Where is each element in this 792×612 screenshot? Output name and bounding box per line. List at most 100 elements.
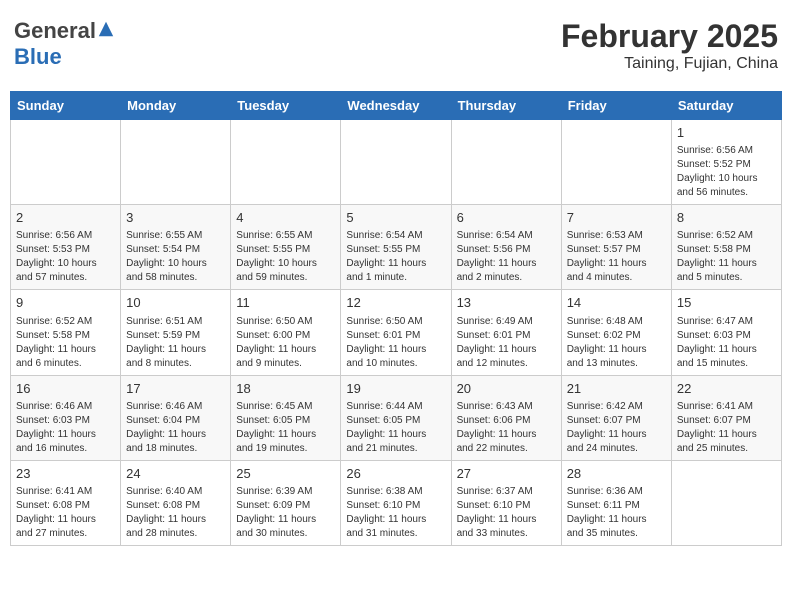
logo-general: General [14, 18, 96, 43]
calendar-cell: 1 Sunrise: 6:56 AM Sunset: 5:52 PM Daylig… [671, 120, 781, 205]
calendar-cell: 23 Sunrise: 6:41 AM Sunset: 6:08 PM Dayli… [11, 460, 121, 545]
calendar-cell: 5 Sunrise: 6:54 AM Sunset: 5:55 PM Daylig… [341, 205, 451, 290]
day-info: Sunrise: 6:55 AM Sunset: 5:55 PM Dayligh… [236, 229, 335, 285]
day-number: 12 [346, 294, 445, 312]
calendar-cell: 11 Sunrise: 6:50 AM Sunset: 6:00 PM Dayli… [231, 290, 341, 375]
day-number: 20 [457, 380, 556, 398]
calendar-cell: 21 Sunrise: 6:42 AM Sunset: 6:07 PM Dayli… [561, 375, 671, 460]
calendar-cell: 28 Sunrise: 6:36 AM Sunset: 6:11 PM Dayli… [561, 460, 671, 545]
day-info: Sunrise: 6:48 AM Sunset: 6:02 PM Dayligh… [567, 315, 666, 371]
calendar-week-5: 23 Sunrise: 6:41 AM Sunset: 6:08 PM Dayli… [11, 460, 782, 545]
day-info: Sunrise: 6:42 AM Sunset: 6:07 PM Dayligh… [567, 400, 666, 456]
day-number: 19 [346, 380, 445, 398]
day-number: 11 [236, 294, 335, 312]
day-number: 7 [567, 209, 666, 227]
day-info: Sunrise: 6:54 AM Sunset: 5:56 PM Dayligh… [457, 229, 556, 285]
weekday-header-sunday: Sunday [11, 92, 121, 120]
calendar-cell: 16 Sunrise: 6:46 AM Sunset: 6:03 PM Dayli… [11, 375, 121, 460]
day-number: 15 [677, 294, 776, 312]
calendar-cell: 3 Sunrise: 6:55 AM Sunset: 5:54 PM Daylig… [121, 205, 231, 290]
weekday-header-wednesday: Wednesday [341, 92, 451, 120]
calendar-cell: 8Sunrise: 6:52 AM Sunset: 5:58 PM Daylig… [671, 205, 781, 290]
day-info: Sunrise: 6:40 AM Sunset: 6:08 PM Dayligh… [126, 485, 225, 541]
calendar-cell: 20 Sunrise: 6:43 AM Sunset: 6:06 PM Dayli… [451, 375, 561, 460]
calendar-cell [121, 120, 231, 205]
day-info: Sunrise: 6:44 AM Sunset: 6:05 PM Dayligh… [346, 400, 445, 456]
day-info: Sunrise: 6:46 AM Sunset: 6:03 PM Dayligh… [16, 400, 115, 456]
weekday-header-tuesday: Tuesday [231, 92, 341, 120]
day-number: 13 [457, 294, 556, 312]
weekday-header-thursday: Thursday [451, 92, 561, 120]
calendar-cell [561, 120, 671, 205]
day-info: Sunrise: 6:41 AM Sunset: 6:07 PM Dayligh… [677, 400, 776, 456]
calendar-cell: 10Sunrise: 6:51 AM Sunset: 5:59 PM Dayli… [121, 290, 231, 375]
day-info: Sunrise: 6:39 AM Sunset: 6:09 PM Dayligh… [236, 485, 335, 541]
calendar-cell: 7 Sunrise: 6:53 AM Sunset: 5:57 PM Daylig… [561, 205, 671, 290]
calendar-cell: 17Sunrise: 6:46 AM Sunset: 6:04 PM Dayli… [121, 375, 231, 460]
logo-blue: Blue [14, 44, 62, 69]
day-info: Sunrise: 6:49 AM Sunset: 6:01 PM Dayligh… [457, 315, 556, 371]
calendar-week-1: 1 Sunrise: 6:56 AM Sunset: 5:52 PM Daylig… [11, 120, 782, 205]
weekday-header-row: SundayMondayTuesdayWednesdayThursdayFrid… [11, 92, 782, 120]
day-info: Sunrise: 6:45 AM Sunset: 6:05 PM Dayligh… [236, 400, 335, 456]
month-title: February 2025 [561, 18, 778, 55]
day-info: Sunrise: 6:41 AM Sunset: 6:08 PM Dayligh… [16, 485, 115, 541]
calendar-cell [671, 460, 781, 545]
day-number: 28 [567, 465, 666, 483]
calendar-cell: 26 Sunrise: 6:38 AM Sunset: 6:10 PM Dayli… [341, 460, 451, 545]
day-number: 23 [16, 465, 115, 483]
calendar-week-2: 2Sunrise: 6:56 AM Sunset: 5:53 PM Daylig… [11, 205, 782, 290]
day-number: 16 [16, 380, 115, 398]
calendar-cell: 25 Sunrise: 6:39 AM Sunset: 6:09 PM Dayli… [231, 460, 341, 545]
day-number: 5 [346, 209, 445, 227]
location-title: Taining, Fujian, China [561, 55, 778, 73]
day-number: 2 [16, 209, 115, 227]
calendar-week-4: 16 Sunrise: 6:46 AM Sunset: 6:03 PM Dayli… [11, 375, 782, 460]
day-info: Sunrise: 6:46 AM Sunset: 6:04 PM Dayligh… [126, 400, 225, 456]
day-number: 4 [236, 209, 335, 227]
calendar-cell: 13 Sunrise: 6:49 AM Sunset: 6:01 PM Dayli… [451, 290, 561, 375]
day-info: Sunrise: 6:55 AM Sunset: 5:54 PM Dayligh… [126, 229, 225, 285]
day-number: 22 [677, 380, 776, 398]
logo: General Blue [14, 18, 115, 70]
logo-text: General Blue [14, 18, 115, 70]
calendar-cell: 9 Sunrise: 6:52 AM Sunset: 5:58 PM Daylig… [11, 290, 121, 375]
day-info: Sunrise: 6:47 AM Sunset: 6:03 PM Dayligh… [677, 315, 776, 371]
day-number: 1 [677, 124, 776, 142]
day-info: Sunrise: 6:38 AM Sunset: 6:10 PM Dayligh… [346, 485, 445, 541]
calendar-cell: 12 Sunrise: 6:50 AM Sunset: 6:01 PM Dayli… [341, 290, 451, 375]
day-number: 9 [16, 294, 115, 312]
day-number: 14 [567, 294, 666, 312]
day-number: 21 [567, 380, 666, 398]
day-info: Sunrise: 6:43 AM Sunset: 6:06 PM Dayligh… [457, 400, 556, 456]
calendar-cell: 4 Sunrise: 6:55 AM Sunset: 5:55 PM Daylig… [231, 205, 341, 290]
day-number: 25 [236, 465, 335, 483]
day-info: Sunrise: 6:50 AM Sunset: 6:01 PM Dayligh… [346, 315, 445, 371]
day-number: 24 [126, 465, 225, 483]
calendar-cell: 15 Sunrise: 6:47 AM Sunset: 6:03 PM Dayli… [671, 290, 781, 375]
day-info: Sunrise: 6:50 AM Sunset: 6:00 PM Dayligh… [236, 315, 335, 371]
calendar-cell: 18Sunrise: 6:45 AM Sunset: 6:05 PM Dayli… [231, 375, 341, 460]
calendar-cell: 6 Sunrise: 6:54 AM Sunset: 5:56 PM Daylig… [451, 205, 561, 290]
day-info: Sunrise: 6:52 AM Sunset: 5:58 PM Dayligh… [16, 315, 115, 371]
day-number: 3 [126, 209, 225, 227]
logo-icon [97, 20, 115, 38]
weekday-header-saturday: Saturday [671, 92, 781, 120]
day-info: Sunrise: 6:52 AM Sunset: 5:58 PM Dayligh… [677, 229, 776, 285]
day-info: Sunrise: 6:53 AM Sunset: 5:57 PM Dayligh… [567, 229, 666, 285]
weekday-header-monday: Monday [121, 92, 231, 120]
day-info: Sunrise: 6:37 AM Sunset: 6:10 PM Dayligh… [457, 485, 556, 541]
header: General Blue February 2025 Taining, Fuji… [10, 10, 782, 81]
day-number: 26 [346, 465, 445, 483]
calendar-cell [11, 120, 121, 205]
calendar-cell [231, 120, 341, 205]
calendar-cell: 24 Sunrise: 6:40 AM Sunset: 6:08 PM Dayli… [121, 460, 231, 545]
weekday-header-friday: Friday [561, 92, 671, 120]
calendar-table: SundayMondayTuesdayWednesdayThursdayFrid… [10, 91, 782, 546]
day-info: Sunrise: 6:56 AM Sunset: 5:52 PM Dayligh… [677, 144, 776, 200]
day-info: Sunrise: 6:54 AM Sunset: 5:55 PM Dayligh… [346, 229, 445, 285]
day-number: 6 [457, 209, 556, 227]
calendar-cell [451, 120, 561, 205]
day-info: Sunrise: 6:36 AM Sunset: 6:11 PM Dayligh… [567, 485, 666, 541]
calendar-cell: 2Sunrise: 6:56 AM Sunset: 5:53 PM Daylig… [11, 205, 121, 290]
